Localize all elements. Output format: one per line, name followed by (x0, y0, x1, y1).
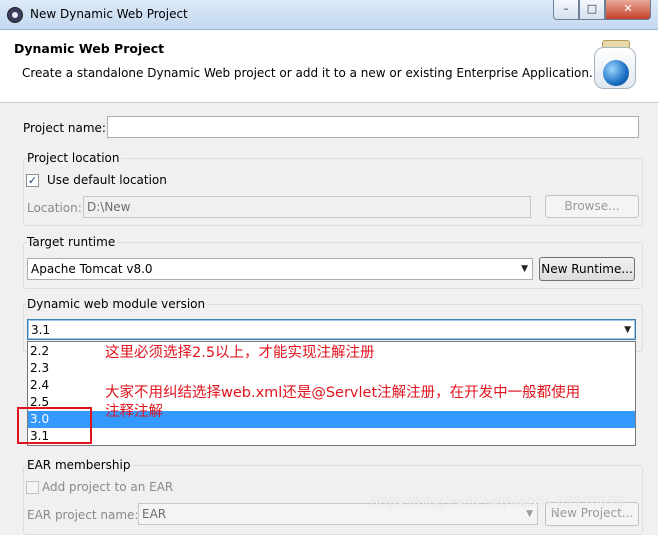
annotation-highlight-box (17, 407, 92, 444)
project-name-label: Project name: (23, 121, 106, 135)
wizard-page-description: Create a standalone Dynamic Web project … (22, 66, 593, 80)
module-version-select[interactable]: 3.1 ▼ (27, 319, 636, 340)
window-title-bar: New Dynamic Web Project – □ ✕ (0, 0, 658, 30)
use-default-location-label: Use default location (47, 173, 167, 187)
target-runtime-select[interactable]: Apache Tomcat v8.0 ▼ (27, 258, 533, 280)
module-version-value: 3.1 (31, 323, 51, 337)
minimize-icon[interactable]: – (553, 0, 579, 20)
wizard-page-title: Dynamic Web Project (14, 41, 165, 56)
project-location-group-label: Project location (27, 151, 122, 165)
module-version-group-label: Dynamic web module version (27, 297, 208, 311)
eclipse-app-icon (7, 7, 23, 23)
chevron-down-icon: ▼ (624, 325, 631, 335)
add-to-ear-label: Add project to an EAR (42, 480, 174, 494)
wizard-header: Dynamic Web Project Create a standalone … (0, 30, 658, 103)
new-runtime-button[interactable]: New Runtime... (539, 257, 635, 281)
location-input[interactable]: D:\New (83, 196, 531, 218)
annotation-note-2-line-2: 注释注解 (105, 404, 163, 420)
watermark: https://blog.csdn.net/weixin_42110638 (370, 496, 624, 511)
ear-membership-group-label: EAR membership (27, 458, 133, 472)
chevron-down-icon: ▼ (521, 264, 528, 274)
close-icon[interactable]: ✕ (605, 0, 651, 20)
ear-project-value: EAR (142, 507, 167, 521)
browse-button[interactable]: Browse... (545, 195, 639, 218)
ear-project-name-label: EAR project name: (27, 508, 139, 522)
location-label: Location: (27, 201, 82, 215)
module-version-option[interactable]: 3.1 (28, 428, 635, 445)
annotation-note-2-line-1: 大家不用纠结选择web.xml还是@Servlet注解注册，在开发中一般都使用 (105, 385, 581, 401)
module-version-option[interactable]: 2.3 (28, 360, 635, 377)
use-default-location-checkbox[interactable]: ✓ (26, 174, 39, 187)
web-project-banner-icon (592, 40, 638, 90)
maximize-icon[interactable]: □ (579, 0, 605, 20)
target-runtime-value: Apache Tomcat v8.0 (31, 262, 153, 276)
window-title: New Dynamic Web Project (30, 7, 188, 21)
target-runtime-group-label: Target runtime (27, 235, 118, 249)
add-to-ear-checkbox[interactable] (26, 481, 39, 494)
annotation-note-1: 这里必须选择2.5以上，才能实现注解注册 (105, 345, 375, 361)
project-name-input[interactable] (107, 116, 639, 138)
